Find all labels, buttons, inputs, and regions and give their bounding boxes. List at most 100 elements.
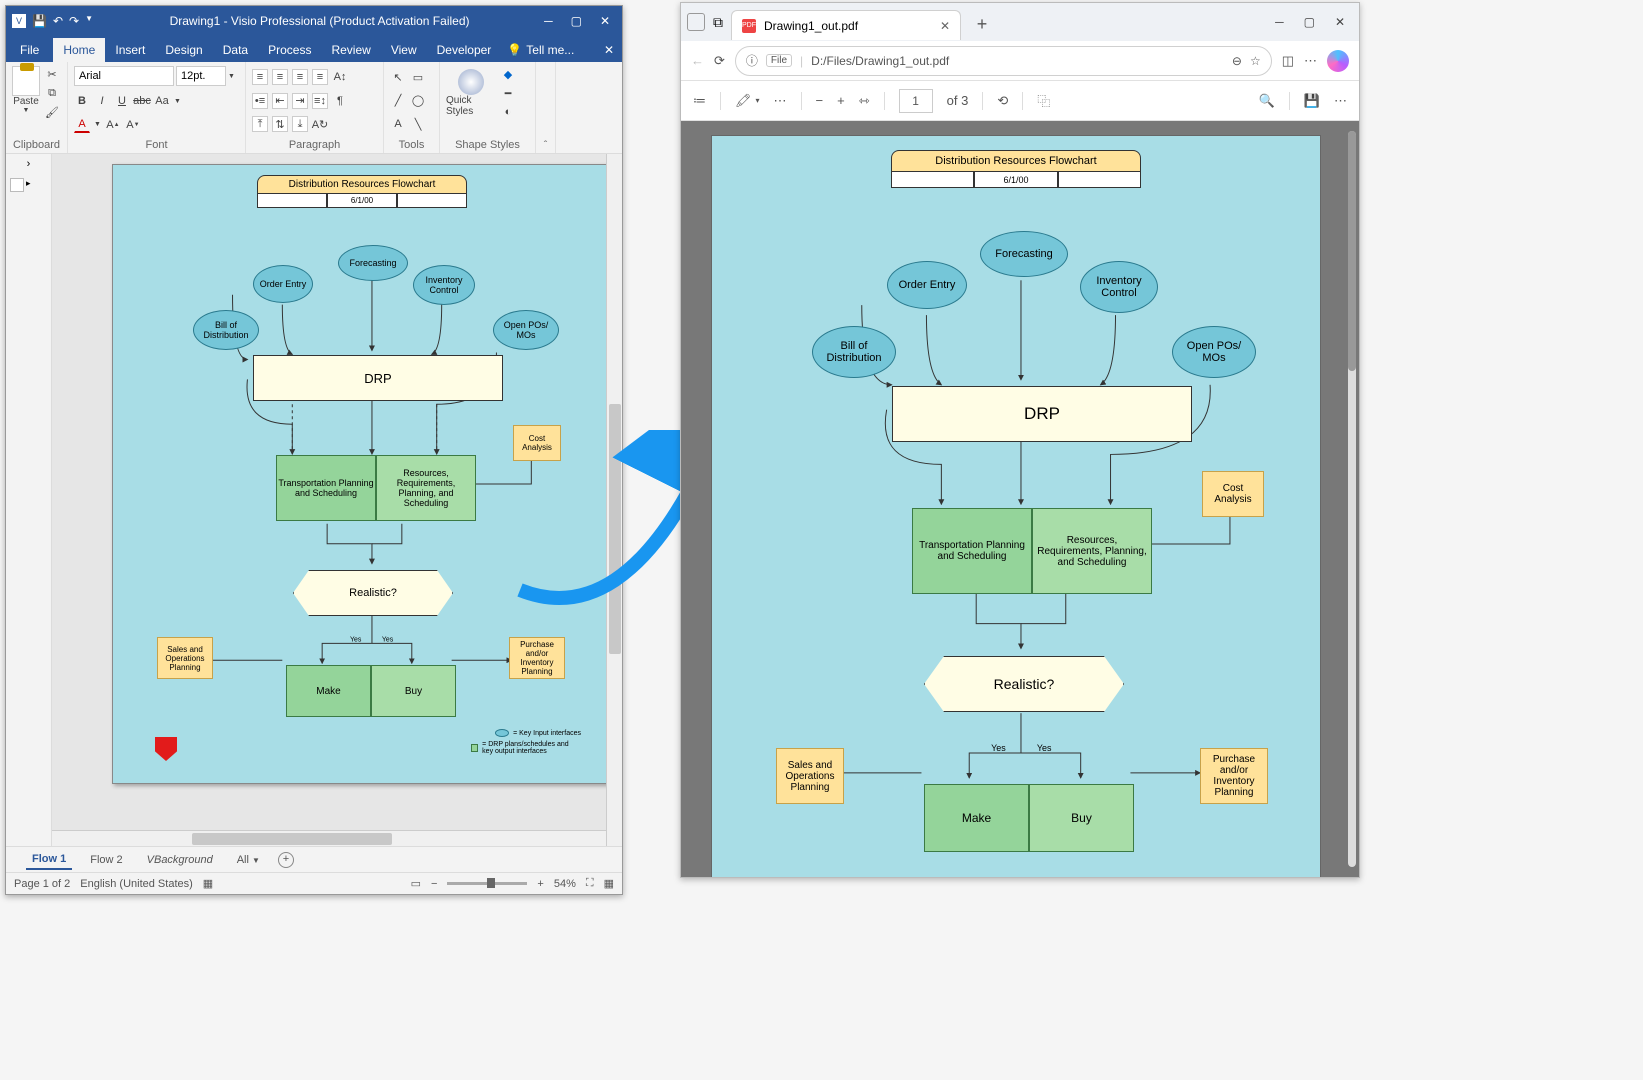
node-resources[interactable]: Resources, Requirements, Planning, and S… [376,455,476,521]
vertical-scrollbar[interactable] [606,154,622,846]
node-buy[interactable]: Buy [371,665,456,717]
ellipse-tool-icon[interactable]: ◯ [410,93,426,109]
line-tool-icon[interactable]: ╲ [410,116,426,132]
node-order-entry[interactable]: Order Entry [253,265,313,303]
sheet-vbackground[interactable]: VBackground [141,851,219,869]
page-number-input[interactable]: 1 [899,89,933,113]
align-left-icon[interactable]: ≡ [252,69,268,85]
line-style-icon[interactable]: ━ [500,85,516,101]
increase-indent-icon[interactable]: ⇥ [292,93,308,109]
horizontal-scrollbar[interactable] [52,830,606,846]
bullets-icon[interactable]: •≡ [252,93,268,109]
sheet-all[interactable]: All ▼ [231,851,266,869]
qat-dropdown-icon[interactable]: ▼ [85,14,93,28]
minimize-icon[interactable]: ─ [544,14,553,28]
copy-icon[interactable]: ⧉ [44,85,60,101]
chevron-right-icon[interactable]: › [10,158,47,170]
connector-tool-icon[interactable]: ╱ [390,93,406,109]
shapes-panel[interactable]: › ▸ [6,154,52,846]
settings-menu-icon[interactable]: ⋯ [1304,53,1317,69]
node-make[interactable]: Make [286,665,371,717]
tab-view[interactable]: View [381,38,427,62]
italic-icon[interactable]: I [94,93,110,109]
strikethrough-icon[interactable]: abc [134,93,150,109]
paragraph-mark-icon[interactable]: ¶ [332,93,348,109]
node-open-pos[interactable]: Open POs/ MOs [493,310,559,350]
minimize-icon[interactable]: ─ [1275,15,1284,29]
align-top-icon[interactable]: ⤒ [252,116,268,132]
fill-icon[interactable]: ◆ [500,66,516,82]
favorite-icon[interactable]: ☆ [1250,54,1261,68]
zoom-out-icon[interactable]: − [816,93,824,108]
change-case-icon[interactable]: Aa [154,93,170,109]
rectangle-tool-icon[interactable]: ▭ [410,69,426,85]
slider-thumb[interactable] [487,878,495,888]
orientation-icon[interactable]: A↕ [332,69,348,85]
text-tool-icon[interactable]: A [390,116,406,132]
chevron-down-icon[interactable]: ▼ [228,73,235,80]
font-size-input[interactable] [176,66,226,86]
sheet-flow2[interactable]: Flow 2 [84,851,128,869]
refresh-icon[interactable]: ⟳ [714,53,725,69]
tell-me[interactable]: 💡Tell me... [501,38,596,62]
scrollbar-thumb[interactable] [192,833,392,845]
node-forecasting[interactable]: Forecasting [338,245,408,281]
format-painter-icon[interactable]: 🖌 [44,104,60,120]
new-tab-button[interactable]: + [969,11,995,37]
quick-styles-button[interactable]: Quick Styles [446,69,496,117]
address-bar[interactable]: ⓘ File | D:/Files/Drawing1_out.pdf ⊖ ☆ [735,46,1272,76]
copilot-icon[interactable] [1327,50,1349,72]
ribbon-collapse-icon[interactable]: ˆ [544,140,547,151]
add-sheet-button[interactable]: + [278,852,294,868]
more-icon[interactable]: ⋯ [1334,93,1347,109]
pointer-tool-icon[interactable]: ↖ [390,69,406,85]
undo-icon[interactable]: ↶ [53,14,63,28]
effects-icon[interactable]: ◐ [500,104,516,120]
node-inventory-control[interactable]: Inventory Control [413,265,475,305]
close-tab-icon[interactable]: ✕ [940,19,950,33]
grow-font-icon[interactable]: A▲ [105,117,121,133]
site-info-icon[interactable]: ⓘ [746,52,758,69]
decrease-indent-icon[interactable]: ⇤ [272,93,288,109]
chevron-down-icon[interactable]: ▾ [756,96,760,105]
split-screen-icon[interactable]: ◫ [1282,53,1294,69]
tab-file[interactable]: File [6,38,53,62]
close-icon[interactable]: ✕ [1335,15,1345,29]
zoom-lens-icon[interactable]: ⊖ [1232,54,1242,68]
save-icon[interactable]: 💾 [1304,93,1320,109]
scrollbar-thumb[interactable] [609,404,621,654]
redo-icon[interactable]: ↷ [69,14,79,28]
zoom-slider[interactable] [447,882,527,885]
shrink-font-icon[interactable]: A▼ [125,117,141,133]
scrollbar-thumb[interactable] [1348,131,1356,371]
tab-design[interactable]: Design [155,38,212,62]
node-realistic[interactable]: Realistic? [293,570,453,616]
node-purchase[interactable]: Purchase and/or Inventory Planning [509,637,565,679]
underline-icon[interactable]: U [114,93,130,109]
canvas[interactable]: Yes Yes Distribution Resources Flowchart… [52,154,622,846]
zoom-out-icon[interactable]: − [431,878,437,890]
justify-icon[interactable]: ≡ [312,69,328,85]
highlighter-icon[interactable]: 🖍 [735,93,752,109]
cut-icon[interactable]: ✂ [44,66,60,82]
sheet-flow1[interactable]: Flow 1 [26,850,72,870]
zoom-in-icon[interactable]: + [537,878,543,890]
node-transportation[interactable]: Transportation Planning and Scheduling [276,455,376,521]
zoom-level[interactable]: 54% [554,878,576,890]
find-icon[interactable]: 🔍 [1259,93,1275,109]
pdf-scrollbar[interactable] [1348,131,1356,867]
tab-home[interactable]: Home [53,38,105,62]
chevron-down-icon[interactable]: ▼ [174,98,181,105]
align-middle-icon[interactable]: ⇅ [272,116,288,132]
back-icon[interactable]: ← [691,53,704,68]
fit-width-icon[interactable]: ⇿ [859,93,870,109]
tab-review[interactable]: Review [321,38,380,62]
macro-icon[interactable]: ▦ [203,877,213,890]
workspaces-icon[interactable]: ⧉ [713,14,723,31]
close-icon[interactable]: ✕ [600,14,610,28]
node-sales-ops[interactable]: Sales and Operations Planning [157,637,213,679]
maximize-icon[interactable]: ▢ [1304,15,1315,29]
shapes-toggle[interactable]: ▸ [10,178,47,192]
font-name-input[interactable] [74,66,174,86]
font-color-icon[interactable]: A [74,117,90,133]
